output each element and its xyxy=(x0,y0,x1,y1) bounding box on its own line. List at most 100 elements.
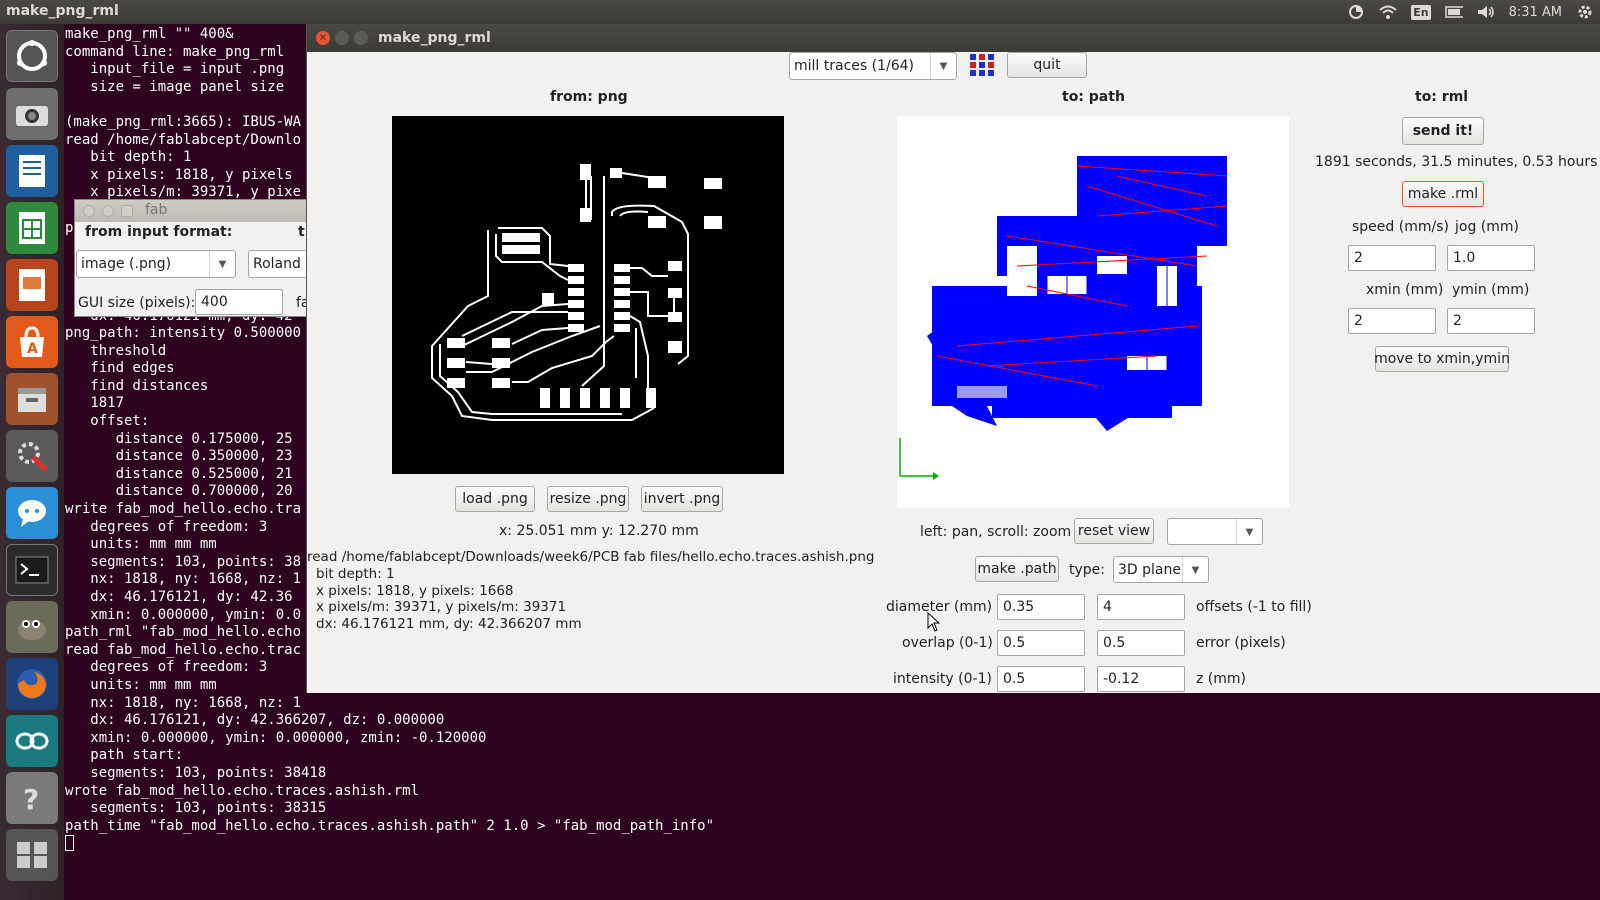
load-png-button[interactable]: load .png xyxy=(455,486,535,512)
top-panel: make_png_rml En 8:31 AM xyxy=(0,0,1600,24)
gimp-icon[interactable] xyxy=(6,601,58,653)
gui-size-value: 400 xyxy=(201,294,228,310)
help-icon[interactable]: ? xyxy=(6,772,58,824)
offsets-input[interactable]: 4 xyxy=(1097,594,1185,620)
ymin-label: ymin (mm) xyxy=(1452,282,1530,298)
jog-input[interactable]: 1.0 xyxy=(1447,245,1535,271)
path-preview[interactable] xyxy=(897,116,1289,508)
gui-size-input[interactable]: 400 xyxy=(195,289,283,315)
terminal-line: wrote fab_mod_hello.echo.traces.ashish.r… xyxy=(65,782,420,799)
axis-indicator xyxy=(899,438,939,480)
chat-icon[interactable] xyxy=(6,487,58,539)
gui-size-label: GUI size (pixels): xyxy=(78,295,196,311)
firefox-icon[interactable] xyxy=(6,658,58,710)
svg-text:A: A xyxy=(27,341,38,357)
move-to-xmin-ymin-button[interactable]: move to xmin,ymin xyxy=(1374,346,1510,372)
battery-icon[interactable] xyxy=(1444,4,1463,20)
clock[interactable]: 8:31 AM xyxy=(1509,5,1562,20)
ymin-input[interactable]: 2 xyxy=(1447,308,1535,334)
chevron-down-icon: ▼ xyxy=(1182,557,1208,582)
settings-icon[interactable] xyxy=(6,430,58,482)
view-select[interactable]: ▼ xyxy=(1167,518,1263,545)
chevron-down-icon: ▼ xyxy=(1236,519,1262,544)
overlap-value: 0.5 xyxy=(1003,635,1026,651)
input-format-select[interactable]: image (.png) ▼ xyxy=(76,250,236,278)
workspaces-icon[interactable] xyxy=(6,829,58,881)
terminal-line: path_time "fab_mod_hello.echo.traces.ash… xyxy=(65,817,715,834)
type-select[interactable]: 3D plane ▼ xyxy=(1113,556,1209,583)
xmin-label: xmin (mm) xyxy=(1366,282,1444,298)
terminal-line: xmin: 0.000000, ymin: 0.000000, zmin: -0… xyxy=(65,729,487,746)
terminal-line: segments: 103, points: 38418 xyxy=(65,764,327,781)
arduino-icon[interactable] xyxy=(6,715,58,767)
close-icon[interactable]: ✕ xyxy=(316,31,330,45)
png-info-line: x pixels/m: 39371, y pixels/m: 39371 xyxy=(316,599,567,615)
calc-icon[interactable] xyxy=(6,202,58,254)
terminal-cursor xyxy=(65,835,74,852)
maximize-icon[interactable] xyxy=(121,205,133,217)
offsets-value: 4 xyxy=(1103,599,1112,615)
make-rml-button[interactable]: make .rml xyxy=(1402,181,1484,207)
error-input[interactable]: 0.5 xyxy=(1097,630,1185,656)
quit-button[interactable]: quit xyxy=(1007,52,1087,78)
to-path-heading: to: path xyxy=(1062,89,1125,105)
intensity-input[interactable]: 0.5 xyxy=(997,666,1085,692)
minimize-icon[interactable] xyxy=(102,205,114,217)
files-icon[interactable] xyxy=(6,373,58,425)
process-select[interactable]: mill traces (1/64) ▼ xyxy=(789,52,957,80)
fab-window-title: fab xyxy=(145,202,168,218)
z-input[interactable]: -0.12 xyxy=(1097,666,1185,692)
make-png-rml-window: ✕ make_png_rml mill traces (1/64) ▼ quit… xyxy=(306,24,1600,693)
maximize-icon[interactable] xyxy=(354,31,368,45)
speed-input[interactable]: 2 xyxy=(1348,245,1436,271)
diameter-value: 0.35 xyxy=(1003,599,1035,615)
from-png-heading: from: png xyxy=(550,89,628,105)
close-icon[interactable] xyxy=(83,205,95,217)
dash-icon[interactable] xyxy=(6,30,58,82)
sync-icon[interactable] xyxy=(1347,4,1365,20)
process-value: mill traces (1/64) xyxy=(794,58,914,74)
reset-view-button[interactable]: reset view xyxy=(1074,518,1154,544)
terminal-prompt-line[interactable] xyxy=(65,835,1600,853)
invert-png-button[interactable]: invert .png xyxy=(641,486,723,512)
main-window-title: make_png_rml xyxy=(378,30,491,46)
software-center-icon[interactable]: A xyxy=(6,316,58,368)
z-value: -0.12 xyxy=(1103,671,1140,687)
active-app-title: make_png_rml xyxy=(6,3,119,19)
input-format-value: image (.png) xyxy=(81,256,172,272)
system-tray: En 8:31 AM xyxy=(1347,0,1594,24)
intensity-label: intensity (0-1) xyxy=(893,671,992,687)
xmin-input[interactable]: 2 xyxy=(1348,308,1436,334)
png-info-line: x pixels: 1818, y pixels: 1668 xyxy=(316,582,514,599)
overlap-input[interactable]: 0.5 xyxy=(997,630,1085,656)
main-titlebar[interactable]: ✕ make_png_rml xyxy=(307,24,1600,52)
make-path-button[interactable]: make .path xyxy=(975,556,1059,582)
terminal-icon[interactable] xyxy=(6,544,58,596)
error-label: error (pixels) xyxy=(1196,635,1286,651)
keyboard-layout-indicator[interactable]: En xyxy=(1411,4,1431,20)
wifi-icon[interactable] xyxy=(1379,4,1397,20)
diameter-input[interactable]: 0.35 xyxy=(997,594,1085,620)
to-format-label: t xyxy=(298,224,305,240)
gear-icon[interactable] xyxy=(1576,4,1594,20)
minimize-icon[interactable] xyxy=(335,31,349,45)
to-rml-heading: to: rml xyxy=(1415,89,1469,105)
png-preview[interactable] xyxy=(392,116,784,474)
volume-icon[interactable] xyxy=(1477,4,1495,20)
chevron-down-icon: ▼ xyxy=(209,251,235,277)
speed-label: speed (mm/s) xyxy=(1352,219,1449,235)
mouse-pointer-icon xyxy=(927,611,941,636)
ymin-value: 2 xyxy=(1453,313,1462,329)
png-info-line: dx: 46.176121 mm, dy: 42.366207 mm xyxy=(316,615,582,632)
type-label: type: xyxy=(1069,562,1105,578)
camera-icon[interactable] xyxy=(6,88,58,140)
fab-titlebar[interactable]: fab xyxy=(75,200,318,222)
send-it-button[interactable]: send it! xyxy=(1402,117,1484,145)
intensity-value: 0.5 xyxy=(1003,671,1026,687)
fab-logo-icon xyxy=(969,53,995,77)
impress-icon[interactable] xyxy=(6,259,58,311)
writer-icon[interactable] xyxy=(6,145,58,197)
jog-value: 1.0 xyxy=(1453,250,1476,266)
resize-png-button[interactable]: resize .png xyxy=(547,486,629,512)
read-path-line: read /home/fablabcept/Downloads/week6/PC… xyxy=(307,549,875,565)
